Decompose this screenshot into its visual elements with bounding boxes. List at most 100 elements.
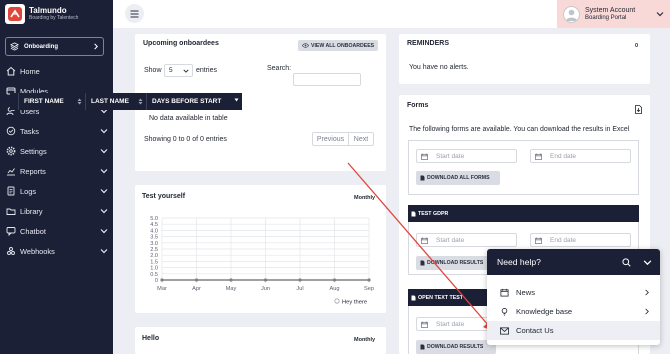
x-tick-label: Jul [296,286,303,292]
tasks-icon [5,126,16,137]
library-icon [5,206,16,217]
search-icon[interactable] [622,257,631,267]
y-tick-label: 1.0 [150,266,158,272]
end-date-input[interactable]: End date [530,149,631,163]
webhooks-icon [5,246,16,257]
reminders-title: REMINDERS [407,40,450,47]
calendar-icon [421,236,428,244]
previous-button[interactable]: Previous [313,133,349,145]
entries-select[interactable]: 5 [164,64,193,77]
talmundo-logo-icon [5,4,25,24]
home-icon [5,66,16,77]
help-widget: Need help? News Knowledge base Contact U… [487,249,660,345]
sidebar-item-library[interactable]: Library [0,201,113,221]
chevron-down-icon [100,229,108,234]
project-select[interactable]: Onboarding [5,37,104,56]
layers-icon [10,42,19,51]
download-results-button[interactable]: DOWNLOAD RESULTS [416,256,496,270]
start-date-input[interactable]: Start date [416,233,517,247]
end-date-placeholder: End date [550,152,577,160]
project-select-label: Onboarding [24,43,58,50]
sidebar-item-chatbot[interactable]: Chatbot [0,221,113,241]
legend-label: Hey there [342,300,367,306]
envelope-icon [500,326,511,335]
view-all-label: VIEW ALL ONBOARDEES [311,42,375,49]
calendar-icon [535,152,542,160]
x-tick-label: May [226,286,237,292]
menu-toggle-button[interactable] [125,4,144,23]
hello-title: Hello [142,335,160,342]
reports-icon [5,166,16,177]
help-header: Need help? [487,249,660,275]
logs-icon [5,186,16,197]
brand-subtitle: Boarding by Talentech [29,14,79,21]
chevron-down-icon [100,189,108,194]
calendar-icon [421,152,428,160]
sidebar-item-webhooks[interactable]: Webhooks [0,241,113,261]
help-item-news[interactable]: News [487,283,660,302]
data-point [263,278,268,282]
download-file-icon[interactable] [635,105,642,114]
help-item-label: Knowledge base [516,307,573,316]
sidebar-item-logs[interactable]: Logs [0,181,113,201]
sidebar-item-label: Home [20,66,40,76]
sidebar-item-settings[interactable]: Settings [0,141,113,161]
file-icon [420,175,425,181]
brand[interactable]: Talmundo Boarding by Talentech [0,0,113,28]
account-role: Boarding Portal [585,14,627,21]
column-label: FIRST NAME [24,98,64,105]
reminders-count: 0 [635,43,639,49]
y-tick-label: 5.0 [150,216,158,222]
help-title: Need help? [497,257,541,267]
calendar-icon [500,288,511,297]
column-first-name[interactable]: FIRST NAME [18,93,85,110]
sidebar-item-label: Chatbot [20,226,46,236]
chevron-down-icon [656,12,664,17]
file-icon [420,260,425,266]
sort-icon [234,98,239,102]
x-tick-label: Sep [364,286,374,292]
column-days-before-start[interactable]: DAYS BEFORE START [146,93,242,110]
user-avatar-icon [566,9,577,21]
table-info: Showing 0 to 0 of 0 entries [144,136,227,143]
start-date-placeholder: Start date [436,152,465,160]
account-name: System Account [585,6,636,14]
chatbot-icon [5,226,16,237]
data-point [229,278,233,282]
search-label: Search: [267,65,292,72]
sidebar-item-tasks[interactable]: Tasks [0,121,113,141]
end-date-input[interactable]: End date [530,233,631,247]
next-button[interactable]: Next [349,133,373,145]
form-header-test-gdpr: TEST GDPR [408,205,639,222]
x-tick-label: Apr [192,286,201,292]
start-date-placeholder: Start date [436,236,465,244]
help-item-knowledge-base[interactable]: Knowledge base [487,302,660,321]
x-tick-label: Aug [330,286,340,292]
y-tick-label: 1.5 [150,259,158,265]
file-icon [411,211,416,216]
sidebar-item-reports[interactable]: Reports [0,161,113,181]
chevron-down-icon [100,249,108,254]
show-label: Show [144,67,162,74]
view-all-onboardees-button[interactable]: VIEW ALL ONBOARDEES [298,40,379,51]
download-results-button[interactable]: DOWNLOAD RESULTS [416,340,496,354]
calendar-icon [421,320,428,328]
entries-label: entries [196,67,218,74]
start-date-input[interactable]: Start date [416,149,517,163]
column-last-name[interactable]: LAST NAME [85,93,146,110]
download-all-forms-button[interactable]: DOWNLOAD ALL FORMS [416,171,500,185]
sidebar-item-home[interactable]: Home [0,61,113,81]
search-input[interactable] [293,73,361,86]
sort-icon [77,98,82,105]
help-item-contact-us[interactable]: Contact Us [487,321,660,340]
chevron-down-icon[interactable] [643,258,652,267]
account-menu[interactable]: System Account Boarding Portal [557,0,670,28]
eye-icon [302,43,309,48]
test-yourself-card: Test yourself Monthly 5.0 4.5 4.0 3.5 3.0 2.5… [135,185,386,313]
data-point [194,278,199,282]
chevron-right-icon [645,289,649,296]
chevron-down-icon [183,69,189,73]
help-item-label: News [516,288,535,297]
reminders-empty: You have no alerts. [409,64,469,71]
sidebar-item-label: Reports [20,166,46,176]
